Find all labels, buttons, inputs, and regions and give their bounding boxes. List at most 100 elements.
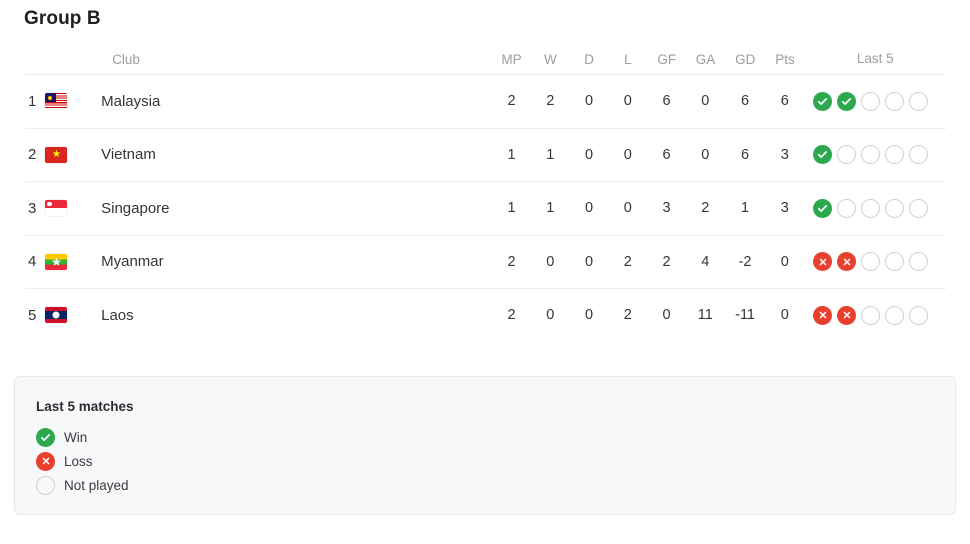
row-w: 2 [546, 93, 555, 110]
form-notplayed-icon [885, 252, 905, 272]
form-notplayed-icon [909, 91, 929, 111]
flag-icon [45, 146, 68, 163]
form-loss-icon [813, 252, 833, 272]
row-l: 0 [623, 93, 632, 110]
row-l: 0 [623, 146, 632, 163]
row-last5 [804, 305, 946, 325]
form-notplayed-icon [861, 252, 881, 272]
form-win-icon [36, 427, 55, 447]
row-rank: 4 [28, 253, 37, 271]
row-ga: 4 [701, 253, 710, 270]
row-rank: 3 [28, 199, 37, 217]
row-ga: 2 [701, 200, 710, 217]
header-w[interactable]: W [531, 52, 570, 67]
page-title: Group B [24, 8, 101, 29]
form-notplayed-icon [861, 145, 881, 165]
row-mp: 2 [507, 93, 516, 110]
row-w: 0 [546, 307, 555, 324]
header-pts[interactable]: Pts [766, 52, 805, 67]
form-loss-icon [837, 252, 857, 272]
legend-item-label: Win [64, 429, 88, 445]
legend-item: Not played [36, 473, 129, 497]
header-gf[interactable]: GF [647, 52, 686, 67]
form-loss-icon [813, 305, 833, 325]
row-pts: 0 [780, 253, 789, 270]
form-notplayed-icon [885, 305, 905, 325]
row-w: 1 [546, 200, 555, 217]
row-pts: 0 [780, 307, 789, 324]
row-mp: 2 [507, 253, 516, 270]
flag-icon [45, 253, 68, 270]
table-row[interactable]: 3 Singapore 1 1 0 0 3 2 1 3 [0, 181, 946, 235]
row-gf: 3 [662, 200, 671, 217]
legend-title: Last 5 matches [36, 399, 134, 414]
row-last5 [804, 252, 946, 272]
table-row[interactable]: 1 Malaysia 2 2 0 0 6 0 6 6 [0, 74, 946, 128]
row-gf: 6 [662, 93, 671, 110]
row-pts: 3 [780, 146, 789, 163]
row-club-name[interactable]: Myanmar [88, 253, 492, 270]
row-l: 2 [623, 253, 632, 270]
row-ga: 0 [701, 93, 710, 110]
form-notplayed-icon [885, 145, 905, 165]
row-gd: 1 [741, 200, 750, 217]
form-notplayed-icon [861, 198, 881, 218]
row-gd: 6 [741, 93, 750, 110]
row-rank: 5 [28, 306, 37, 324]
row-club-name[interactable]: Vietnam [88, 146, 492, 163]
row-gd: -2 [738, 253, 752, 270]
row-gf: 2 [662, 253, 671, 270]
row-flag-cell [45, 253, 88, 270]
standings-page: Group B Club MP W D L GF GA GD Pts Last … [0, 0, 970, 544]
flag-icon [45, 307, 68, 324]
row-d: 0 [584, 146, 594, 163]
header-ga[interactable]: GA [686, 52, 725, 67]
header-l[interactable]: L [609, 52, 648, 67]
flag-icon [45, 93, 68, 110]
header-gd[interactable]: GD [725, 52, 766, 67]
flag-icon [45, 200, 68, 217]
row-flag-cell [45, 93, 88, 110]
form-notplayed-icon [36, 475, 55, 495]
row-l: 2 [623, 307, 632, 324]
row-club-name[interactable]: Malaysia [88, 93, 492, 110]
legend-item-label: Loss [64, 453, 93, 469]
form-notplayed-icon [885, 198, 905, 218]
table-row[interactable]: 5 Laos 2 0 0 2 0 11 -11 0 [0, 288, 946, 342]
row-last5 [804, 91, 946, 111]
form-notplayed-icon [861, 305, 881, 325]
legend-item: Win [36, 425, 129, 449]
row-flag-cell [45, 146, 88, 163]
row-pts: 3 [780, 200, 789, 217]
row-gd: 6 [741, 146, 750, 163]
legend-item-label: Not played [64, 477, 129, 493]
form-notplayed-icon [861, 91, 881, 111]
form-notplayed-icon [885, 91, 905, 111]
row-d: 0 [584, 253, 594, 270]
table-row[interactable]: 2 Vietnam 1 1 0 0 6 0 6 3 [0, 127, 946, 182]
form-notplayed-icon [909, 252, 929, 272]
row-club-name[interactable]: Laos [88, 307, 492, 324]
header-mp[interactable]: MP [492, 52, 531, 67]
header-d[interactable]: D [570, 52, 609, 67]
form-notplayed-icon [909, 145, 929, 165]
table-row[interactable]: 4 Myanmar 2 0 0 2 2 4 -2 0 [0, 234, 946, 289]
legend-items: Win Loss Not played [36, 425, 129, 497]
form-win-icon [813, 198, 833, 218]
form-notplayed-icon [909, 305, 929, 325]
row-pts: 6 [780, 93, 789, 110]
row-ga: 11 [697, 307, 713, 324]
row-club-name[interactable]: Singapore [88, 200, 492, 217]
row-mp: 2 [507, 307, 516, 324]
row-w: 1 [546, 146, 555, 163]
form-win-icon [813, 91, 833, 111]
row-gf: 6 [662, 146, 671, 163]
row-d: 0 [584, 93, 594, 110]
standings-table: Club MP W D L GF GA GD Pts Last 5 1 Malay… [0, 44, 970, 342]
form-loss-icon [36, 451, 55, 471]
legend-item: Loss [36, 449, 129, 473]
row-d: 0 [584, 200, 594, 217]
row-d: 0 [584, 307, 594, 324]
row-flag-cell [45, 200, 88, 217]
table-header-row: Club MP W D L GF GA GD Pts Last 5 [0, 44, 946, 74]
